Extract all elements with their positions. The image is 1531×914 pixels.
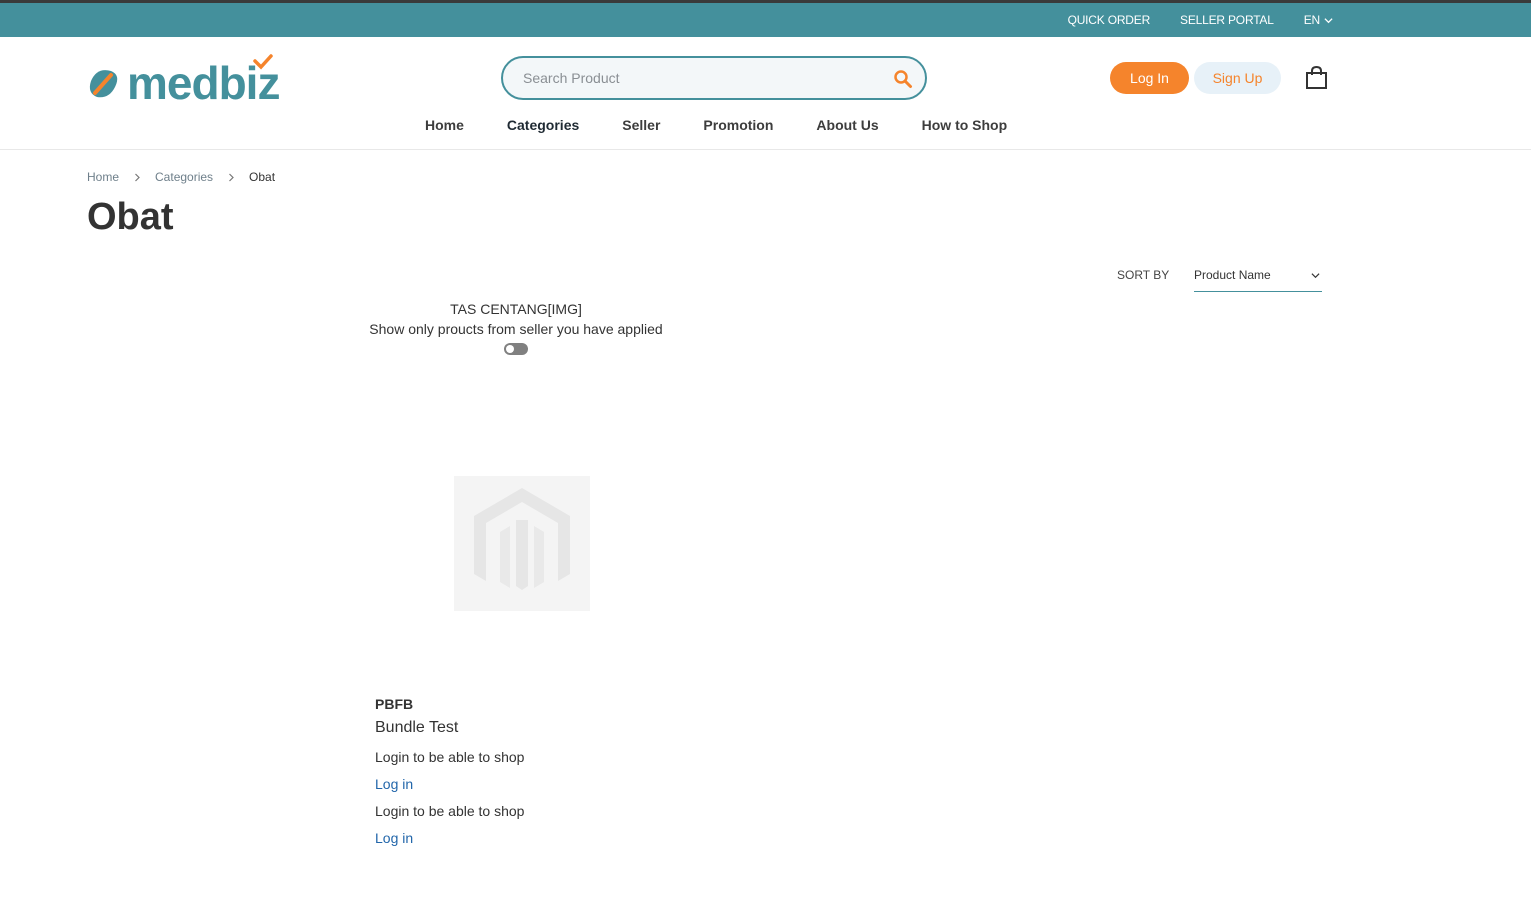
page-title: Obat: [87, 196, 174, 238]
sort-select[interactable]: Product Name: [1194, 262, 1322, 292]
chevron-right-icon: [119, 173, 155, 182]
breadcrumb: Home Categories Obat: [87, 170, 275, 184]
login-link[interactable]: Log in: [375, 830, 524, 846]
top-bar-links: QUICK ORDER SELLER PORTAL EN: [1068, 3, 1333, 37]
main-nav: Home Categories Seller Promotion About U…: [425, 117, 1007, 133]
language-selector[interactable]: EN: [1304, 13, 1333, 27]
search-input[interactable]: [523, 68, 873, 88]
nav-item-promotion[interactable]: Promotion: [703, 117, 773, 133]
breadcrumb-current: Obat: [249, 170, 276, 184]
signup-button[interactable]: Sign Up: [1194, 62, 1281, 94]
language-label: EN: [1303, 13, 1320, 27]
filter-label: TAS CENTANG[IMG]: [450, 301, 582, 317]
chevron-down-icon: [1311, 273, 1320, 279]
top-bar: QUICK ORDER SELLER PORTAL EN: [0, 0, 1531, 37]
search-icon[interactable]: [893, 69, 913, 89]
seller-filter-toggle[interactable]: [504, 343, 528, 355]
sort-by-label: SORT BY: [1117, 268, 1170, 282]
product-card-info: PBFB Bundle Test Login to be able to sho…: [375, 696, 524, 846]
chevron-down-icon: [1324, 17, 1333, 23]
nav-item-categories[interactable]: Categories: [507, 117, 579, 133]
login-note: Login to be able to shop: [375, 803, 525, 819]
login-note: Login to be able to shop: [375, 749, 525, 765]
product-placeholder-image[interactable]: [454, 476, 590, 611]
login-link[interactable]: Log in: [375, 776, 524, 792]
nav-item-about-us[interactable]: About Us: [816, 117, 878, 133]
quick-order-link[interactable]: QUICK ORDER: [1068, 13, 1151, 27]
shopping-bag-icon[interactable]: [1305, 66, 1328, 90]
medbiz-logo[interactable]: medbiz: [87, 53, 297, 103]
sort-selected-value: Product Name: [1194, 268, 1271, 282]
filter-description: Show only proucts from seller you have a…: [369, 321, 663, 337]
product-name[interactable]: Bundle Test: [375, 719, 524, 737]
login-button[interactable]: Log In: [1110, 62, 1189, 94]
site-header: medbiz Log In Sign Up Home Categories Se…: [0, 37, 1531, 150]
breadcrumb-home[interactable]: Home: [87, 170, 119, 184]
product-seller[interactable]: PBFB: [375, 696, 524, 712]
nav-item-home[interactable]: Home: [425, 117, 464, 133]
seller-filter: TAS CENTANG[IMG] Show only proucts from …: [365, 300, 667, 360]
breadcrumb-categories[interactable]: Categories: [155, 170, 213, 184]
nav-item-how-to-shop[interactable]: How to Shop: [922, 117, 1008, 133]
seller-portal-link[interactable]: SELLER PORTAL: [1180, 13, 1274, 27]
nav-item-seller[interactable]: Seller: [622, 117, 660, 133]
search-box: [501, 56, 927, 100]
chevron-right-icon: [213, 173, 249, 182]
